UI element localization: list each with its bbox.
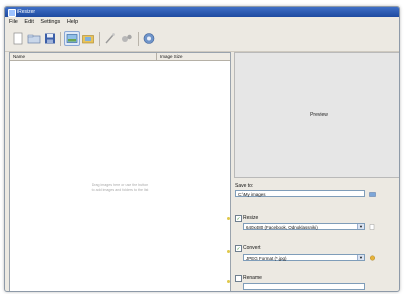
- tools-icon[interactable]: [120, 32, 134, 45]
- menu-bar: File Edit Settings Help: [5, 17, 399, 27]
- toolbar-separator: [99, 32, 100, 46]
- edit-preset-icon[interactable]: [369, 224, 376, 230]
- toolbar: [5, 27, 399, 52]
- resize-preset-value: 640x480 (Facebook, Odnoklassniki): [246, 225, 318, 230]
- column-image-size[interactable]: Image Size: [160, 53, 183, 60]
- menu-edit[interactable]: Edit: [24, 19, 33, 25]
- add-images-icon[interactable]: [64, 31, 80, 46]
- list-header: Name Image Size: [10, 53, 230, 61]
- browse-folder-icon[interactable]: [369, 191, 376, 197]
- resize-label: Resize: [243, 215, 259, 221]
- preview-label: Preview: [310, 112, 328, 118]
- convert-format-value: JPEG Format (*.jpg): [246, 256, 287, 261]
- resize-checkbox[interactable]: ✓: [235, 215, 242, 222]
- resize-preset-select[interactable]: 640x480 (Facebook, Odnoklassniki) ▼: [243, 223, 365, 230]
- column-name[interactable]: Name: [13, 53, 25, 60]
- wand-icon[interactable]: [103, 32, 117, 45]
- hint-line-2: to add images and folders to the list: [91, 187, 149, 192]
- window-title: iResizer: [17, 9, 36, 15]
- rename-label: Rename: [243, 275, 262, 281]
- convert-format-select[interactable]: JPEG Format (*.jpg) ▼: [243, 254, 365, 261]
- image-list[interactable]: Name Image Size Drag images here or use …: [9, 52, 231, 291]
- open-icon[interactable]: [27, 32, 41, 45]
- toolbar-separator: [138, 32, 139, 46]
- add-folder-icon[interactable]: [81, 32, 95, 45]
- help-icon[interactable]: [142, 32, 156, 45]
- app-icon: [8, 9, 16, 17]
- menu-file[interactable]: File: [9, 19, 18, 25]
- title-bar: iResizer: [5, 7, 399, 17]
- toolbar-separator: [60, 32, 61, 46]
- empty-list-hint: Drag images here or use the button to ad…: [10, 183, 230, 192]
- menu-settings[interactable]: Settings: [40, 19, 60, 25]
- convert-checkbox[interactable]: ✓: [235, 245, 242, 252]
- rename-checkbox[interactable]: [235, 275, 242, 282]
- column-divider[interactable]: [156, 53, 157, 60]
- menu-help[interactable]: Help: [67, 19, 78, 25]
- save-to-label: Save to:: [235, 183, 254, 189]
- format-settings-icon[interactable]: [369, 255, 376, 261]
- convert-bullet-icon: [227, 250, 230, 253]
- save-icon[interactable]: [43, 32, 57, 45]
- resize-bullet-icon: [227, 217, 230, 220]
- save-path-field[interactable]: C:\My images: [235, 190, 365, 197]
- new-icon[interactable]: [11, 32, 25, 45]
- convert-label: Convert: [243, 245, 261, 251]
- preview-panel: Preview: [234, 52, 399, 178]
- chevron-down-icon[interactable]: ▼: [357, 224, 364, 229]
- rename-pattern-field[interactable]: [243, 283, 365, 290]
- chevron-down-icon[interactable]: ▼: [357, 255, 364, 260]
- rename-bullet-icon: [227, 280, 230, 283]
- app-window: iResizer File Edit Settings Help Name Im…: [4, 6, 400, 292]
